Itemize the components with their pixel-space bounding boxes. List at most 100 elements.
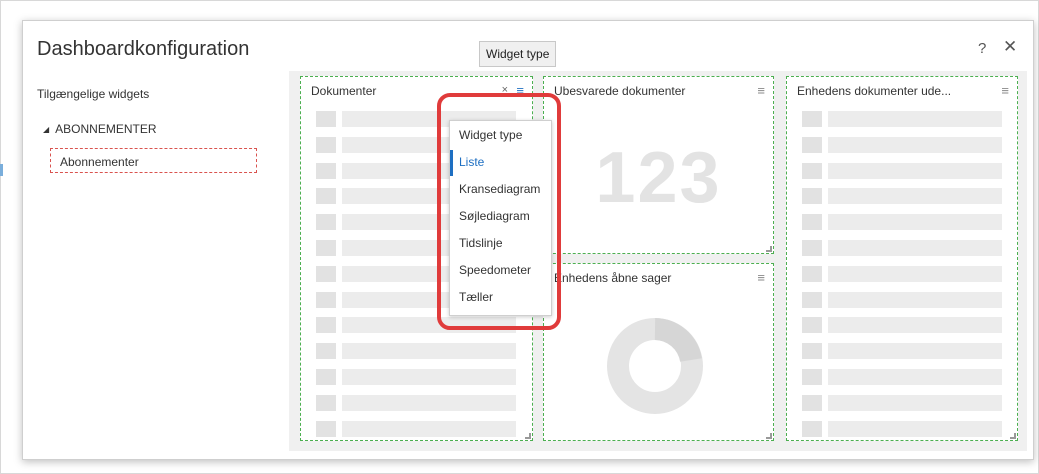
placeholder-square bbox=[802, 240, 822, 256]
widget-title: Ubesvarede dokumenter bbox=[554, 84, 686, 98]
placeholder-row bbox=[802, 420, 1002, 437]
resize-handle[interactable] bbox=[766, 246, 772, 252]
menu-item-soejlediagram[interactable]: Søjlediagram bbox=[450, 204, 551, 230]
placeholder-bar bbox=[342, 317, 516, 334]
widget-ubesvarede-dokumenter[interactable]: Ubesvarede dokumenter ≡ 123 bbox=[543, 76, 774, 254]
placeholder-bar bbox=[342, 420, 516, 437]
placeholder-row bbox=[802, 111, 1002, 127]
placeholder-row bbox=[316, 343, 516, 360]
menu-item-tidslinje[interactable]: Tidslinje bbox=[450, 231, 551, 257]
sidebar-title: Tilgængelige widgets bbox=[37, 87, 150, 101]
tree-group-label: ABONNEMENTER bbox=[55, 122, 157, 136]
placeholder-square bbox=[802, 420, 822, 437]
placeholder-bar bbox=[828, 420, 1002, 437]
placeholder-row bbox=[802, 394, 1002, 411]
placeholder-row bbox=[316, 369, 516, 385]
placeholder-bar bbox=[342, 369, 516, 385]
placeholder-square bbox=[802, 214, 822, 231]
placeholder-square bbox=[316, 369, 336, 385]
widget-menu-icon[interactable]: ≡ bbox=[757, 270, 765, 285]
menu-item-speedometer[interactable]: Speedometer bbox=[450, 258, 551, 284]
widget-close-icon[interactable]: × bbox=[502, 84, 508, 96]
widget-title: Enhedens dokumenter ude... bbox=[797, 84, 952, 98]
placeholder-square bbox=[802, 394, 822, 411]
donut-chart-icon bbox=[607, 318, 703, 414]
placeholder-bar bbox=[828, 240, 1002, 256]
placeholder-square bbox=[802, 111, 822, 127]
caret-down-icon: ◢ bbox=[43, 125, 50, 134]
widget-menu-icon[interactable]: ≡ bbox=[1001, 83, 1009, 98]
placeholder-bar bbox=[828, 162, 1002, 179]
placeholder-row bbox=[802, 369, 1002, 385]
placeholder-row bbox=[802, 291, 1002, 308]
placeholder-square bbox=[316, 162, 336, 179]
placeholder-row bbox=[802, 343, 1002, 360]
placeholder-row bbox=[802, 214, 1002, 231]
widget-menu-icon[interactable]: ≡ bbox=[757, 83, 765, 98]
menu-item-kransediagram[interactable]: Kransediagram bbox=[450, 177, 551, 203]
counter-value: 123 bbox=[595, 138, 722, 218]
placeholder-row bbox=[802, 188, 1002, 205]
resize-handle[interactable] bbox=[525, 433, 531, 439]
placeholder-bar bbox=[342, 394, 516, 411]
placeholder-bar bbox=[828, 291, 1002, 308]
placeholder-square bbox=[316, 394, 336, 411]
placeholder-bar bbox=[828, 214, 1002, 231]
placeholder-square bbox=[316, 265, 336, 282]
placeholder-bar bbox=[828, 343, 1002, 360]
close-icon[interactable]: ✕ bbox=[1003, 37, 1017, 57]
placeholder-bar bbox=[828, 188, 1002, 205]
placeholder-square bbox=[316, 240, 336, 256]
placeholder-square bbox=[316, 111, 336, 127]
placeholder-square bbox=[316, 188, 336, 205]
placeholder-bar bbox=[828, 369, 1002, 385]
placeholder-square bbox=[802, 369, 822, 385]
placeholder-square bbox=[802, 343, 822, 360]
placeholder-square bbox=[802, 317, 822, 334]
placeholder-square bbox=[802, 162, 822, 179]
placeholder-square bbox=[316, 343, 336, 360]
widget-enhedens-dokumenter[interactable]: Enhedens dokumenter ude... ≡ bbox=[786, 76, 1018, 441]
widget-enhedens-aabne-sager[interactable]: Enhedens åbne sager ≡ bbox=[543, 263, 774, 441]
placeholder-square bbox=[316, 317, 336, 334]
menu-header: Widget type bbox=[459, 128, 523, 142]
placeholder-bar bbox=[828, 265, 1002, 282]
placeholder-row bbox=[802, 240, 1002, 256]
placeholder-square bbox=[316, 214, 336, 231]
placeholder-row bbox=[802, 136, 1002, 153]
placeholder-square bbox=[316, 291, 336, 308]
menu-item-taeller[interactable]: Tæller bbox=[450, 285, 551, 311]
widget-title: Enhedens åbne sager bbox=[554, 271, 672, 285]
dashboard-config-dialog: Dashboardkonfiguration Widget type ? ✕ T… bbox=[22, 20, 1034, 460]
left-edge-mark bbox=[0, 164, 3, 176]
placeholder-row bbox=[802, 317, 1002, 334]
dialog-title: Dashboardkonfiguration bbox=[37, 38, 250, 60]
menu-item-liste[interactable]: Liste bbox=[450, 150, 551, 176]
resize-handle[interactable] bbox=[766, 433, 772, 439]
placeholder-bar bbox=[342, 343, 516, 360]
placeholder-bar bbox=[828, 136, 1002, 153]
placeholder-bar bbox=[828, 111, 1002, 127]
widget-type-menu: Widget type Liste Kransediagram Søjledia… bbox=[449, 120, 552, 316]
placeholder-square bbox=[802, 291, 822, 308]
placeholder-row bbox=[316, 317, 516, 334]
placeholder-row bbox=[316, 420, 516, 437]
placeholder-row bbox=[802, 162, 1002, 179]
placeholder-square bbox=[802, 136, 822, 153]
widget-title: Dokumenter bbox=[311, 84, 377, 98]
placeholder-row bbox=[802, 265, 1002, 282]
widget-type-tooltip: Widget type bbox=[479, 41, 557, 67]
placeholder-row bbox=[316, 394, 516, 411]
dashboard-canvas: Dokumenter × ≡ Ubesvarede dokumenter ≡ 1… bbox=[289, 71, 1027, 451]
placeholder-square bbox=[802, 265, 822, 282]
widget-menu-icon[interactable]: ≡ bbox=[516, 83, 524, 98]
resize-handle[interactable] bbox=[1010, 433, 1016, 439]
placeholder-bar bbox=[828, 394, 1002, 411]
placeholder-bar bbox=[828, 317, 1002, 334]
help-icon[interactable]: ? bbox=[978, 40, 986, 57]
tree-group-abonnementer[interactable]: ◢ ABONNEMENTER bbox=[43, 122, 157, 136]
placeholder-square bbox=[802, 188, 822, 205]
placeholder-square bbox=[316, 136, 336, 153]
placeholder-square bbox=[316, 420, 336, 437]
tree-item-abonnementer[interactable]: Abonnementer bbox=[50, 148, 257, 173]
